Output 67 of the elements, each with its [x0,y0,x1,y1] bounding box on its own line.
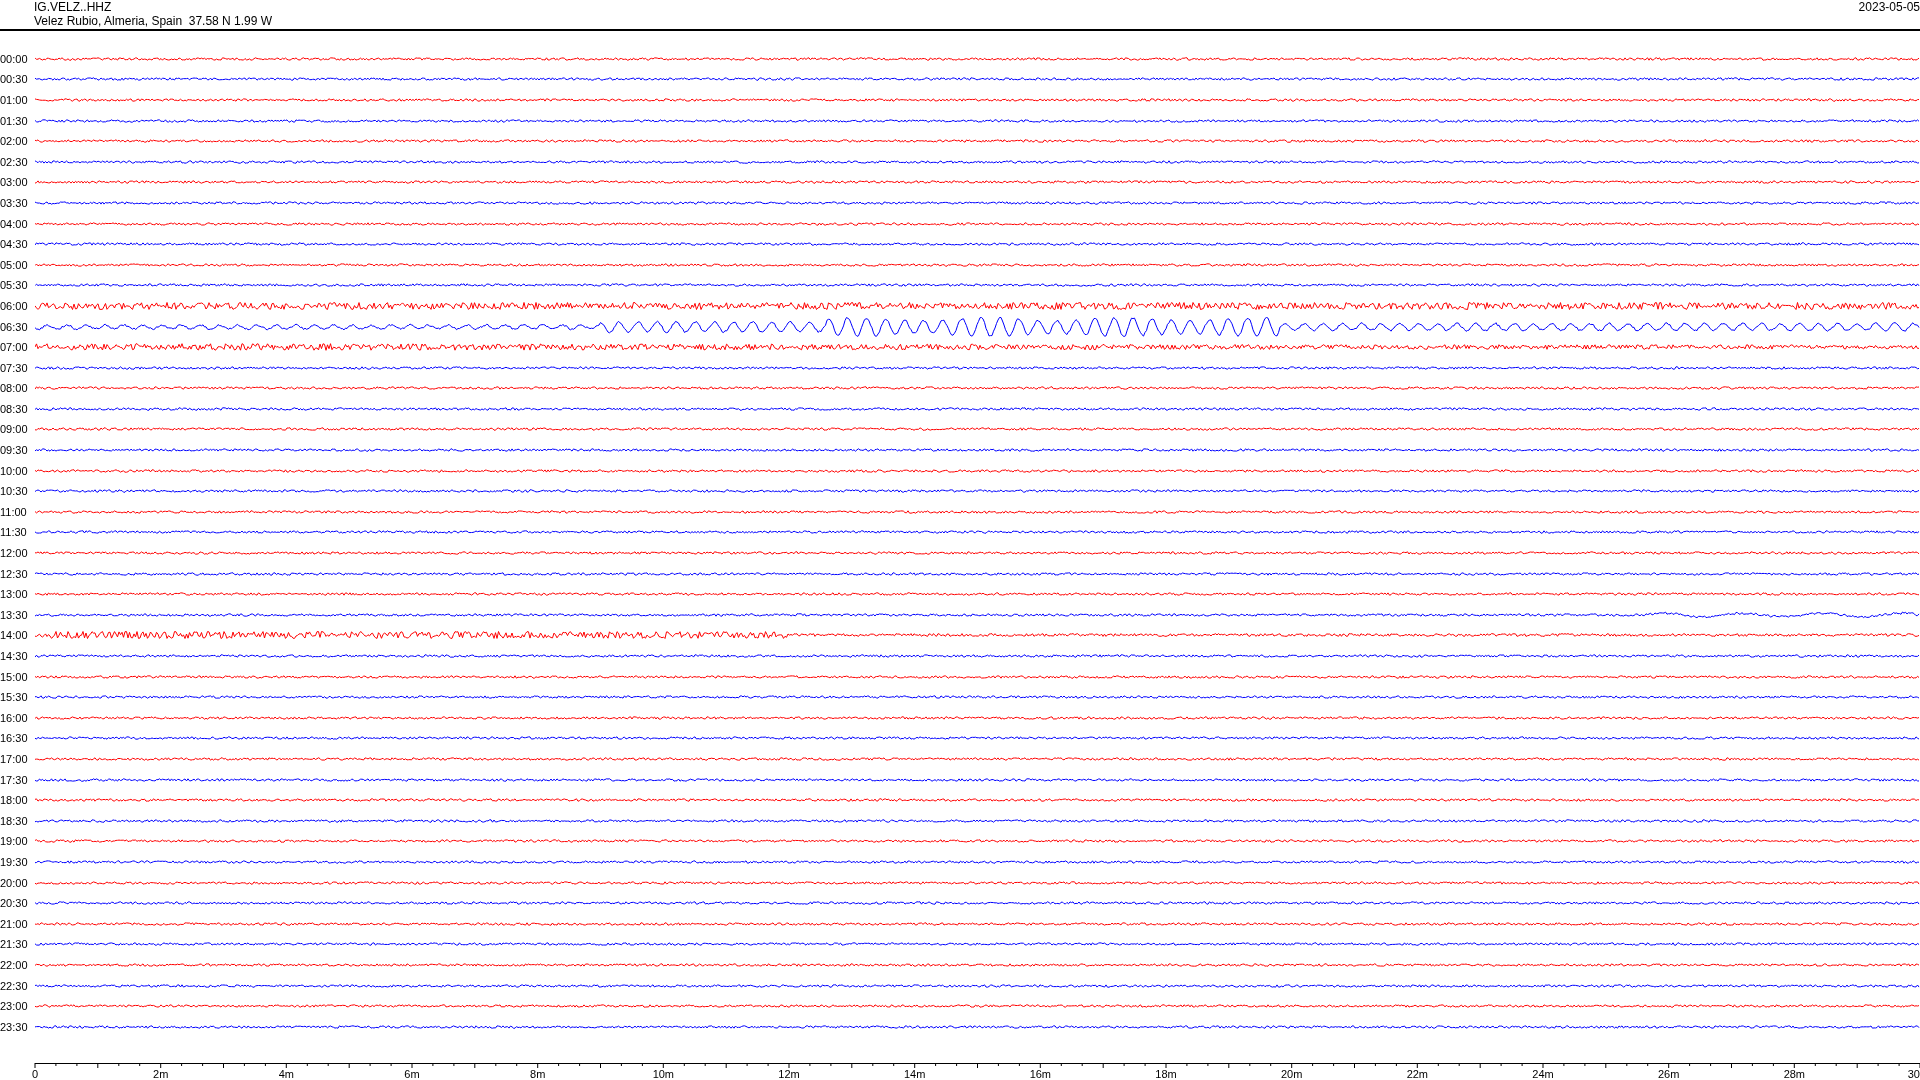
axis-label: 24m [1532,1068,1554,1080]
time-label: 12:00 [0,547,29,560]
time-label: 01:00 [0,94,29,106]
time-label: 20:00 [0,876,29,889]
time-label: 02:00 [0,135,29,148]
time-label: 22:30 [0,979,29,992]
time-label: 08:00 [0,382,29,395]
time-label: 13:00 [0,588,29,601]
axis-label: 6m [404,1068,420,1080]
time-label: 17:00 [0,753,29,765]
time-label: 06:30 [0,320,29,333]
time-label: 03:00 [0,176,29,189]
time-label: 16:00 [0,711,29,724]
time-label: 04:30 [0,238,29,251]
axis-label: 20m [1280,1068,1303,1080]
time-label: 12:30 [0,567,29,580]
time-label: 13:30 [0,608,29,621]
time-label: 08:30 [0,402,29,415]
time-label: 19:00 [0,835,29,848]
axis-label: 28m [1783,1068,1806,1080]
time-label: 20:30 [0,897,29,910]
axis-label: 14m [903,1068,926,1080]
time-label: 10:30 [0,485,29,498]
axis-label: 16m [1029,1068,1052,1080]
time-label: 11:00 [0,505,28,518]
time-label: 01:30 [0,114,29,127]
time-label: 15:00 [0,670,29,683]
station-code: IG.VELZ..HHZ [34,0,113,14]
time-label: 19:30 [0,855,29,868]
time-label: 23:00 [0,1000,29,1013]
time-label: 22:00 [0,958,29,971]
axis-label: 22m [1406,1068,1429,1080]
time-label: 11:30 [0,526,28,539]
axis-label: 10m [652,1068,675,1080]
time-label: 10:00 [0,464,29,477]
axis-label: 18m [1155,1068,1177,1080]
axis-label: 4m [278,1068,294,1080]
time-label: 07:00 [0,341,29,354]
axis-label: 0 [31,1068,39,1080]
time-label: 04:00 [0,217,29,230]
time-label: 03:30 [0,196,29,209]
time-label: 00:30 [0,73,29,86]
time-label: 18:30 [0,814,29,827]
time-label: 09:30 [0,444,29,457]
axis-label: 2m [153,1068,169,1080]
axis-label: 8m [530,1068,546,1080]
axis-label: 12m [778,1068,800,1080]
time-label: 21:00 [0,917,29,930]
time-label: 14:00 [0,629,29,642]
time-label: 15:30 [0,691,29,704]
time-label: 18:00 [0,794,29,807]
station-location: Velez Rubio, Almeria, Spain 37.58 N 1.99 W [34,14,273,28]
time-label: 07:30 [0,361,29,374]
time-label: 17:30 [0,773,29,786]
time-label: 09:00 [0,423,29,436]
axis-label: 26m [1657,1068,1680,1080]
time-label: 02:30 [0,155,29,168]
time-label: 16:30 [0,732,29,745]
time-label: 00:00 [0,52,29,65]
date-label: 2023-05-05 [1858,0,1920,14]
time-label: 14:30 [0,650,29,662]
time-label: 23:30 [0,1020,29,1033]
axis-label: 30 [1907,1068,1920,1080]
time-label: 21:30 [0,938,29,951]
time-label: 05:00 [0,258,29,271]
time-label: 06:00 [0,299,29,312]
time-label: 05:30 [0,279,29,292]
